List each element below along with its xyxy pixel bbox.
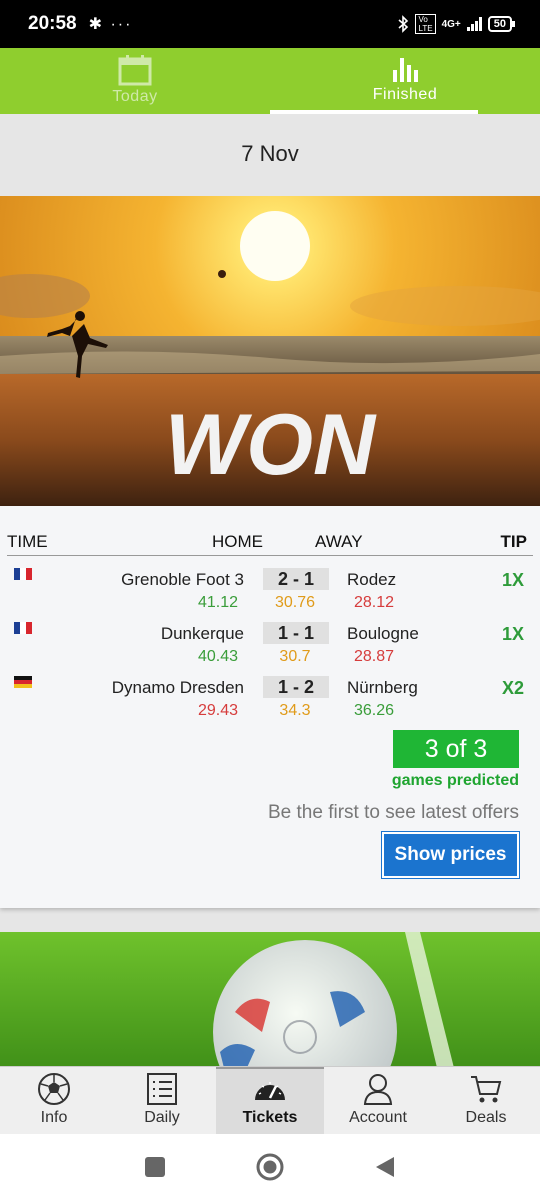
nav-daily-label: Daily [144, 1109, 180, 1126]
header-home: HOME [212, 532, 263, 551]
nav-info-label: Info [40, 1109, 68, 1126]
back-icon[interactable] [374, 1155, 396, 1179]
odd-draw: 30.7 [279, 648, 311, 665]
show-prices-button[interactable]: Show prices [382, 832, 519, 878]
away-team: Nürnberg [347, 678, 418, 697]
soccer-ball-icon [38, 1073, 70, 1105]
tip-value: 1X [501, 624, 524, 644]
user-icon [363, 1074, 393, 1105]
football-pitch-image [0, 932, 540, 1072]
volte-icon: Vo LTE [415, 14, 436, 34]
cart-icon [471, 1076, 502, 1103]
sunset-beach-image: WON [0, 196, 540, 506]
tip-value: X2 [501, 678, 524, 698]
odd-draw: 30.76 [274, 594, 316, 611]
calendar-icon [118, 55, 152, 86]
tab-finished[interactable]: Finished [270, 48, 540, 114]
header-away: AWAY [315, 532, 363, 551]
nav-tickets-label: Tickets [242, 1109, 298, 1126]
home-icon[interactable] [256, 1153, 284, 1181]
results-card: TIME HOME AWAY TIP Grenoble Foot 3 2 - 1… [0, 506, 540, 908]
flag-germany-icon [14, 676, 32, 688]
network-type: 4G+ [441, 18, 461, 30]
won-text: WON [165, 397, 377, 493]
odd-away: 36.26 [354, 702, 395, 719]
match-row[interactable]: Dunkerque 1 - 1 Boulogne 1X 40.43 30.7 2… [0, 616, 540, 670]
nav-tickets[interactable]: Tickets [216, 1067, 324, 1134]
tab-today[interactable]: Today [0, 48, 270, 114]
system-navigation-bar [0, 1134, 540, 1199]
away-team: Boulogne [347, 624, 419, 643]
predicted-count-badge: 3 of 3 [393, 730, 519, 768]
clock: 20:58 [28, 13, 77, 34]
away-team: Rodez [347, 570, 397, 589]
home-team: Dynamo Dresden [111, 678, 244, 697]
match-score: 2 - 1 [263, 568, 329, 590]
nav-daily[interactable]: Daily [108, 1067, 216, 1134]
nav-account[interactable]: Account [324, 1067, 432, 1134]
football-banner-image[interactable] [0, 932, 540, 1072]
nav-info[interactable]: Info [0, 1067, 108, 1134]
flag-france-icon [14, 622, 32, 634]
header-tip: TIP [500, 532, 527, 551]
speedometer-icon [255, 1082, 285, 1100]
date-label: 7 Nov [241, 141, 299, 166]
odd-home: 29.43 [197, 702, 238, 719]
home-team: Grenoble Foot 3 [121, 570, 244, 589]
tab-today-label: Today [112, 88, 158, 105]
won-banner-image: WON [0, 196, 540, 506]
odd-home: 41.12 [197, 594, 238, 611]
odd-away: 28.12 [354, 594, 395, 611]
date-header: 7 Nov [0, 114, 540, 194]
nav-deals[interactable]: Deals [432, 1067, 540, 1134]
bar-chart-icon [393, 58, 418, 82]
predicted-label: games predicted [391, 772, 519, 789]
home-team: Dunkerque [160, 624, 244, 643]
match-score: 1 - 1 [263, 622, 329, 644]
nav-deals-label: Deals [465, 1109, 507, 1126]
status-right: Vo LTE 4G+ 50 [397, 14, 516, 34]
match-row[interactable]: Grenoble Foot 3 2 - 1 Rodez 1X 41.12 30.… [0, 562, 540, 616]
offers-text: Be the first to see latest offers [268, 802, 519, 823]
odd-home: 40.43 [197, 648, 238, 665]
match-row[interactable]: Dynamo Dresden 1 - 2 Nürnberg X2 29.43 3… [0, 670, 540, 724]
signal-icon [466, 17, 482, 31]
odd-draw: 34.3 [279, 702, 311, 719]
bluetooth-icon [398, 15, 409, 33]
list-icon [147, 1073, 177, 1105]
tip-value: 1X [501, 570, 524, 590]
table-header: TIME HOME AWAY TIP [7, 530, 533, 556]
tab-finished-label: Finished [372, 86, 438, 103]
recents-icon[interactable] [144, 1156, 166, 1178]
bottom-navigation: Info Daily Tickets Account Deals [0, 1066, 540, 1134]
header-time: TIME [7, 532, 48, 551]
top-tabs: Today Finished [0, 48, 540, 114]
nav-account-label: Account [349, 1109, 407, 1126]
match-score: 1 - 2 [263, 676, 329, 698]
status-bar: 20:58 ✱ ··· Vo LTE 4G+ 50 [0, 0, 540, 48]
odd-away: 28.87 [354, 648, 395, 665]
notification-icons: ✱ ··· [88, 16, 133, 33]
flag-france-icon [14, 568, 32, 580]
battery-icon: 50 [487, 16, 516, 32]
